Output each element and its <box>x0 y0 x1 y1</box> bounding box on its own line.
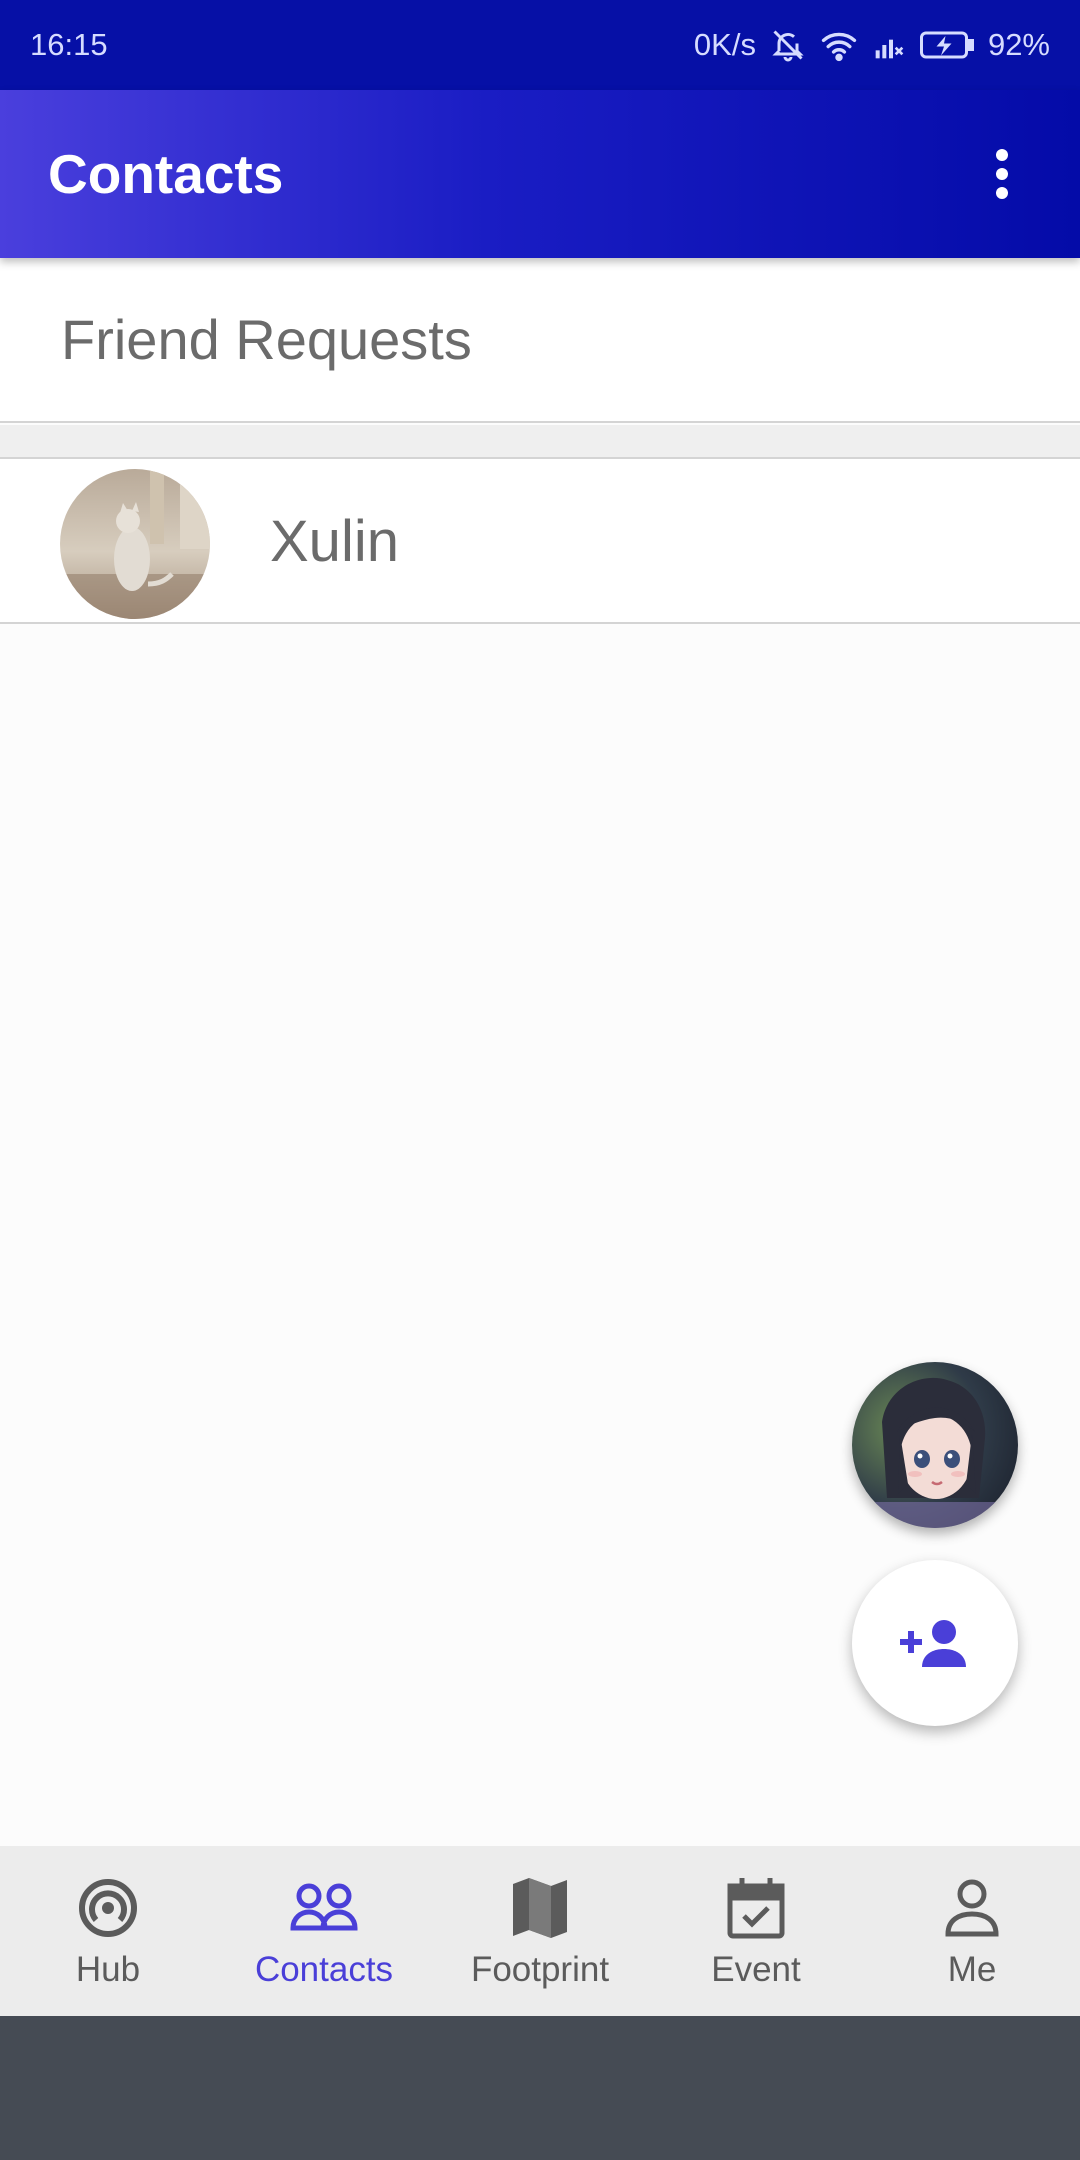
avatar <box>60 469 210 619</box>
people-icon <box>290 1883 358 1931</box>
nav-label-hub: Hub <box>75 1950 141 1989</box>
person-add-icon <box>900 1620 966 1667</box>
system-navigation-bar <box>0 2016 1080 2160</box>
more-vert-icon <box>996 149 1008 199</box>
friend-requests-row[interactable]: Friend Requests <box>0 258 1080 423</box>
section-divider <box>0 425 1080 459</box>
status-time: 16:15 <box>30 27 108 62</box>
nav-item-contacts[interactable]: Contacts <box>216 1846 432 2016</box>
status-bar: 16:15 0K/s 92% <box>0 0 1080 90</box>
nav-item-me[interactable]: Me <box>864 1846 1080 2016</box>
wifi-icon <box>820 28 858 62</box>
bell-off-icon <box>770 27 806 63</box>
person-icon <box>945 1879 999 1937</box>
status-icons: 0K/s 92% <box>694 27 1050 63</box>
nav-item-event[interactable]: Event <box>648 1846 864 2016</box>
nav-label-event: Event <box>711 1950 801 1989</box>
page-title: Contacts <box>48 143 284 205</box>
map-icon <box>513 1878 567 1938</box>
app-bar: Contacts <box>0 90 1080 258</box>
nav-item-footprint[interactable]: Footprint <box>432 1846 648 2016</box>
nav-label-footprint: Footprint <box>470 1950 610 1989</box>
contact-name: Xulin <box>270 509 399 574</box>
anime-girl-avatar <box>852 1362 1018 1528</box>
nav-label-contacts: Contacts <box>254 1950 394 1989</box>
profile-avatar-button[interactable] <box>852 1362 1018 1528</box>
cell-signal-off-icon <box>872 29 906 61</box>
add-contact-button[interactable] <box>852 1560 1018 1726</box>
nav-label-me: Me <box>947 1950 997 1989</box>
battery-percent: 92% <box>987 27 1050 62</box>
friend-requests-label: Friend Requests <box>61 308 472 371</box>
event-calendar-icon <box>727 1878 785 1939</box>
more-options-button[interactable] <box>972 134 1032 214</box>
nav-item-hub[interactable]: Hub <box>0 1846 216 2016</box>
network-speed: 0K/s <box>693 27 756 62</box>
hub-broadcast-icon <box>79 1879 137 1937</box>
bottom-navigation: Hub Contacts Footprint Event Me <box>0 1846 1080 2016</box>
contact-list-item[interactable]: Xulin <box>0 459 1080 624</box>
battery-charging-icon <box>919 30 974 60</box>
